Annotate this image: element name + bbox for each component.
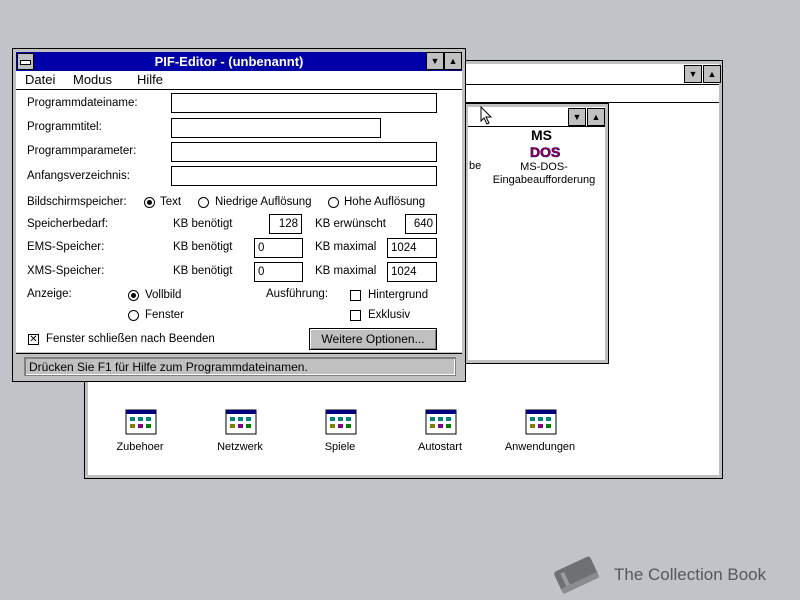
xms-max-input[interactable]: [387, 262, 437, 282]
mouse-pointer-icon: [480, 106, 493, 125]
checkbox-fenster-schliessen-label: Fenster schließen nach Beenden: [46, 333, 215, 345]
minimize-button[interactable]: ▼: [684, 65, 702, 83]
label-ems-speicher: EMS-Speicher:: [27, 241, 105, 253]
label-kb-benoetigt: KB benötigt: [173, 218, 233, 230]
label-speicherbedarf: Speicherbedarf:: [27, 218, 109, 230]
status-text: Drücken Sie F1 für Hilfe zum Programmdat…: [24, 357, 456, 376]
label-bildschirmspeicher: Bildschirmspeicher:: [27, 196, 127, 208]
speicherbedarf-wanted-input[interactable]: [405, 214, 437, 234]
pif-menubar: Datei Modus Hilfe: [16, 71, 462, 90]
label-xms-speicher: XMS-Speicher:: [27, 265, 105, 277]
radio-vollbild[interactable]: [128, 290, 139, 301]
msdos-logo-icon: MS DOS: [530, 127, 561, 160]
checkbox-hintergrund-label: Hintergrund: [368, 289, 429, 301]
label-ems-maximal: KB maximal: [315, 241, 377, 253]
msdos-logo-bottom: DOS: [530, 144, 560, 160]
checkbox-exklusiv-label: Exklusiv: [368, 309, 411, 321]
program-group-icon: [325, 409, 357, 435]
radio-fenster-label: Fenster: [145, 309, 184, 321]
radio-text-label: Text: [160, 196, 182, 208]
status-bar: Drücken Sie F1 für Hilfe zum Programmdat…: [16, 353, 462, 380]
programmtitel-input[interactable]: [171, 118, 381, 138]
radio-text[interactable]: [144, 197, 155, 208]
anfangsverzeichnis-input[interactable]: [171, 166, 437, 186]
label-programmparameter: Programmparameter:: [27, 145, 137, 157]
main-group-window: ▼ ▲ be MS DOS MS-DOS- Eingabeaufforderun…: [464, 103, 609, 364]
menu-datei[interactable]: Datei: [25, 72, 55, 87]
group-icon-label: Netzwerk: [217, 441, 263, 453]
speicherbedarf-needed-input[interactable]: [269, 214, 302, 234]
label-ems-benoetigt: KB benötigt: [173, 241, 233, 253]
radio-vollbild-label: Vollbild: [145, 289, 182, 301]
xms-needed-input[interactable]: [254, 262, 303, 282]
maximize-button[interactable]: ▲: [444, 52, 462, 70]
system-menu-button[interactable]: [17, 53, 34, 70]
group-icon-label: Autostart: [417, 441, 463, 453]
label-kb-erwuenscht: KB erwünscht: [315, 218, 386, 230]
label-anzeige: Anzeige:: [27, 288, 72, 300]
menu-hilfe[interactable]: Hilfe: [137, 72, 163, 87]
ems-needed-input[interactable]: [254, 238, 303, 258]
radio-niedrige-aufloesung[interactable]: [198, 197, 209, 208]
book-icon: [554, 556, 599, 594]
label-xms-maximal: KB maximal: [315, 265, 377, 277]
program-group-icon: [425, 409, 457, 435]
checkbox-exklusiv[interactable]: [350, 310, 361, 321]
maximize-button[interactable]: ▲: [703, 65, 721, 83]
minimize-button[interactable]: ▼: [426, 52, 444, 70]
program-group-icon: [525, 409, 557, 435]
radio-fenster[interactable]: [128, 310, 139, 321]
label-programmtitel: Programmtitel:: [27, 121, 102, 133]
watermark-text: The Collection Book: [614, 565, 767, 584]
pif-form: Programmdateiname: Programmtitel: Progra…: [16, 90, 462, 352]
ems-max-input[interactable]: [387, 238, 437, 258]
programmparameter-input[interactable]: [171, 142, 437, 162]
group-icon-label: Anwendungen: [504, 441, 576, 453]
group-icons-row: Zubehoer Netzwerk Spiele Autostart Anwen…: [85, 409, 724, 459]
checkbox-hintergrund[interactable]: [350, 290, 361, 301]
partial-icon-label: be: [469, 160, 482, 172]
radio-hohe-aufloesung[interactable]: [328, 197, 339, 208]
checkbox-fenster-schliessen[interactable]: ✕: [28, 334, 39, 345]
minimize-button[interactable]: ▼: [568, 108, 586, 126]
msdos-icon-label: MS-DOS- Eingabeaufforderung: [492, 161, 596, 186]
msdos-prompt-icon[interactable]: MS DOS MS-DOS- Eingabeaufforderung: [487, 126, 603, 186]
window-title: PIF-Editor - (unbenannt): [154, 54, 304, 69]
menu-modus[interactable]: Modus: [73, 72, 112, 87]
pif-editor-window: PIF-Editor - (unbenannt) ▼ ▲ Datei Modus…: [12, 48, 466, 382]
pif-editor-titlebar[interactable]: PIF-Editor - (unbenannt) ▼ ▲: [16, 52, 462, 71]
weitere-optionen-button[interactable]: Weitere Optionen...: [309, 328, 437, 350]
label-ausfuehrung: Ausführung:: [266, 288, 329, 300]
group-icon-label: Spiele: [324, 441, 356, 453]
radio-niedrige-label: Niedrige Auflösung: [215, 196, 312, 208]
label-xms-benoetigt: KB benötigt: [173, 265, 233, 277]
label-programmdateiname: Programmdateiname:: [27, 97, 138, 109]
maximize-button[interactable]: ▲: [587, 108, 605, 126]
watermark: The Collection Book: [548, 551, 798, 597]
programmdateiname-input[interactable]: [171, 93, 437, 113]
radio-hohe-label: Hohe Auflösung: [344, 196, 426, 208]
program-group-icon: [225, 409, 257, 435]
label-anfangsverzeichnis: Anfangsverzeichnis:: [27, 170, 130, 182]
msdos-logo-top: MS: [531, 127, 552, 143]
program-group-icon: [125, 409, 157, 435]
group-icon-label: Zubehoer: [116, 441, 164, 453]
